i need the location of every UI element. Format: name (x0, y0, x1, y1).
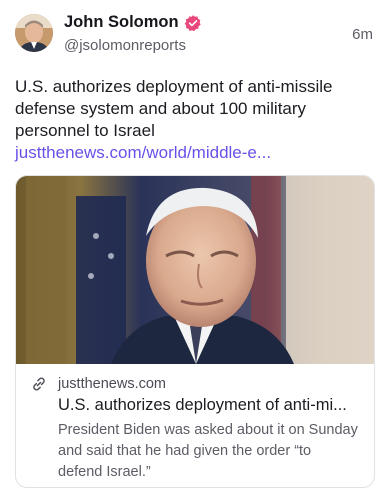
author-name[interactable]: John Solomon (64, 13, 179, 32)
link-description: President Biden was asked about it on Su… (58, 422, 358, 480)
author-handle[interactable]: @jsolomonreports (64, 37, 186, 54)
link-domain: justthenews.com (58, 376, 166, 392)
post-text: U.S. authorizes deployment of anti-missi… (15, 76, 375, 164)
link-preview-card[interactable]: justthenews.com U.S. authorizes deployme… (15, 175, 375, 488)
post-body: U.S. authorizes deployment of anti-missi… (15, 77, 333, 140)
verified-badge-icon (184, 14, 202, 32)
link-icon (30, 375, 48, 393)
social-post: John Solomon @jsolomonreports 6m U.S. au… (0, 0, 390, 500)
author-name-row: John Solomon (64, 13, 202, 32)
link-preview-body: justthenews.com U.S. authorizes deployme… (16, 364, 374, 483)
author-avatar[interactable] (15, 14, 53, 52)
link-title[interactable]: U.S. authorizes deployment of anti-mi... (58, 396, 362, 415)
post-link[interactable]: justthenews.com/world/middle-e... (15, 143, 271, 162)
link-preview-image (16, 176, 374, 364)
link-domain-row: justthenews.com (30, 375, 360, 393)
post-timestamp: 6m (352, 26, 373, 43)
